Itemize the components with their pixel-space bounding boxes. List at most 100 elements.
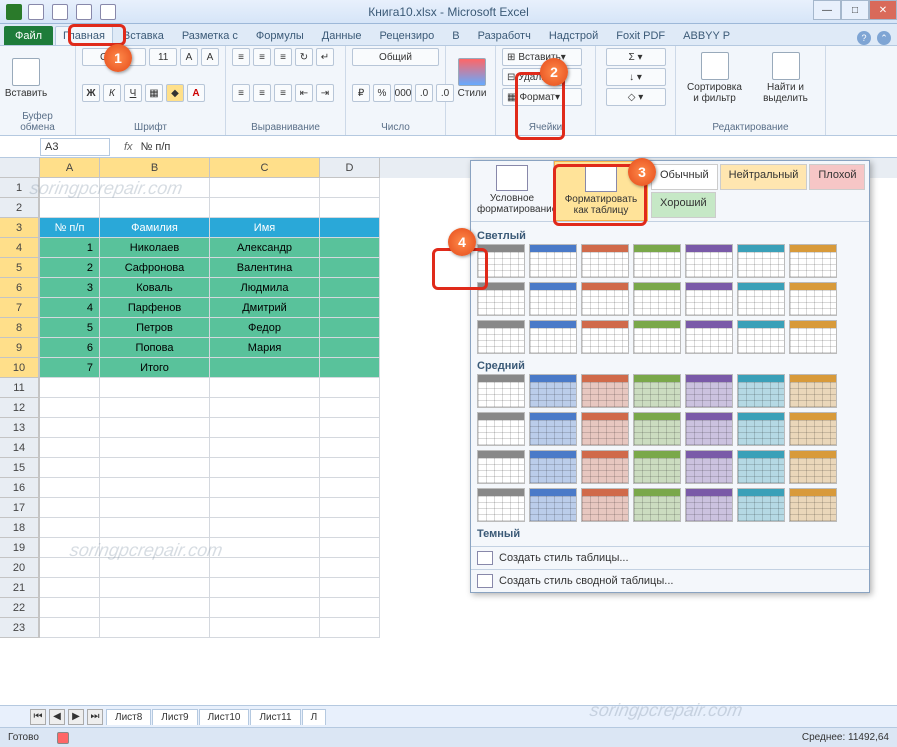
cell[interactable] [100, 598, 210, 618]
cell[interactable] [320, 478, 380, 498]
cell[interactable] [210, 518, 320, 538]
table-style-swatch[interactable] [685, 282, 733, 316]
table-style-swatch[interactable] [633, 488, 681, 522]
row-header[interactable]: 2 [0, 198, 39, 218]
tab-foxit[interactable]: Foxit PDF [608, 26, 673, 45]
table-style-swatch[interactable] [685, 450, 733, 484]
cell[interactable] [320, 558, 380, 578]
table-style-swatch[interactable] [633, 320, 681, 354]
table-style-swatch[interactable] [581, 450, 629, 484]
row-header[interactable]: 4 [0, 238, 39, 258]
inc-decimal-icon[interactable]: .0 [415, 84, 433, 102]
table-style-swatch[interactable] [477, 412, 525, 446]
tab-nav-first[interactable]: ⏮ [30, 709, 46, 725]
cell[interactable] [40, 578, 100, 598]
cell[interactable] [100, 198, 210, 218]
col-header-D[interactable]: D [320, 158, 380, 178]
cell[interactable] [210, 358, 320, 378]
redo-icon[interactable] [76, 4, 92, 20]
row-header[interactable]: 1 [0, 178, 39, 198]
fill-color-button[interactable]: ◆ [166, 84, 184, 102]
indent-dec-icon[interactable]: ⇤ [295, 84, 313, 102]
cell[interactable]: Петров [100, 318, 210, 338]
table-style-swatch[interactable] [529, 282, 577, 316]
cell[interactable]: Итого [100, 358, 210, 378]
styles-button[interactable]: Стили [452, 48, 492, 108]
cell[interactable]: 5 [40, 318, 100, 338]
table-style-swatch[interactable] [789, 412, 837, 446]
cell[interactable] [320, 358, 380, 378]
cell[interactable] [40, 518, 100, 538]
fx-icon[interactable]: fx [124, 141, 133, 153]
table-style-swatch[interactable] [633, 450, 681, 484]
border-button[interactable]: ▦ [145, 84, 163, 102]
cell[interactable]: 6 [40, 338, 100, 358]
table-style-swatch[interactable] [581, 412, 629, 446]
tab-abbyy[interactable]: ABBYY P [675, 26, 738, 45]
cell[interactable] [210, 198, 320, 218]
cell[interactable] [320, 578, 380, 598]
font-size[interactable]: 11 [149, 48, 177, 66]
paste-button[interactable]: Вставить [6, 48, 46, 108]
cell[interactable]: Александр [210, 238, 320, 258]
cell[interactable] [210, 438, 320, 458]
cell[interactable] [210, 538, 320, 558]
tab-addins[interactable]: Надстрой [541, 26, 606, 45]
cell[interactable] [320, 178, 380, 198]
table-style-swatch[interactable] [477, 320, 525, 354]
tab-developer[interactable]: Разработч [470, 26, 539, 45]
qat-more-icon[interactable] [100, 4, 116, 20]
table-style-swatch[interactable] [737, 320, 785, 354]
cell[interactable] [210, 378, 320, 398]
underline-button[interactable]: Ч [124, 84, 142, 102]
table-style-swatch[interactable] [789, 282, 837, 316]
table-style-swatch[interactable] [477, 450, 525, 484]
cell[interactable] [100, 498, 210, 518]
table-style-swatch[interactable] [529, 488, 577, 522]
autosum-button[interactable]: Σ ▾ [606, 48, 666, 66]
cell[interactable]: 1 [40, 238, 100, 258]
cell[interactable]: Федор [210, 318, 320, 338]
cell[interactable]: Парфенов [100, 298, 210, 318]
indent-inc-icon[interactable]: ⇥ [316, 84, 334, 102]
cell[interactable] [210, 458, 320, 478]
table-style-swatch[interactable] [737, 488, 785, 522]
row-header[interactable]: 12 [0, 398, 39, 418]
table-style-swatch[interactable] [581, 282, 629, 316]
row-header[interactable]: 13 [0, 418, 39, 438]
table-style-swatch[interactable] [685, 374, 733, 408]
cell[interactable] [320, 198, 380, 218]
row-header[interactable]: 3 [0, 218, 39, 238]
cell[interactable]: Николаев [100, 238, 210, 258]
table-style-swatch[interactable] [789, 374, 837, 408]
tab-view[interactable]: В [444, 26, 467, 45]
comma-icon[interactable]: 000 [394, 84, 412, 102]
cell[interactable] [210, 178, 320, 198]
tab-review[interactable]: Рецензиро [372, 26, 443, 45]
sheet-tab[interactable]: Лист9 [152, 709, 197, 725]
row-header[interactable]: 17 [0, 498, 39, 518]
cell[interactable]: Коваль [100, 278, 210, 298]
cell[interactable] [100, 178, 210, 198]
row-header[interactable]: 5 [0, 258, 39, 278]
table-style-swatch[interactable] [789, 488, 837, 522]
table-style-swatch[interactable] [737, 374, 785, 408]
shrink-font-icon[interactable]: A [201, 48, 219, 66]
fill-button[interactable]: ↓ ▾ [606, 68, 666, 86]
table-style-swatch[interactable] [477, 488, 525, 522]
cell[interactable] [100, 438, 210, 458]
table-style-swatch[interactable] [477, 374, 525, 408]
cell[interactable]: Дмитрий [210, 298, 320, 318]
tab-nav-next[interactable]: ▶ [68, 709, 84, 725]
cell[interactable] [320, 338, 380, 358]
row-header[interactable]: 14 [0, 438, 39, 458]
format-cells[interactable]: ▦ Формат ▾ [502, 88, 582, 106]
row-header[interactable]: 15 [0, 458, 39, 478]
align-bot-icon[interactable]: ≡ [274, 48, 292, 66]
table-style-swatch[interactable] [685, 412, 733, 446]
sort-filter-button[interactable]: Сортировка и фильтр [682, 48, 747, 108]
cell[interactable] [40, 418, 100, 438]
align-right-icon[interactable]: ≡ [274, 84, 292, 102]
cell[interactable] [320, 458, 380, 478]
table-style-swatch[interactable] [581, 244, 629, 278]
